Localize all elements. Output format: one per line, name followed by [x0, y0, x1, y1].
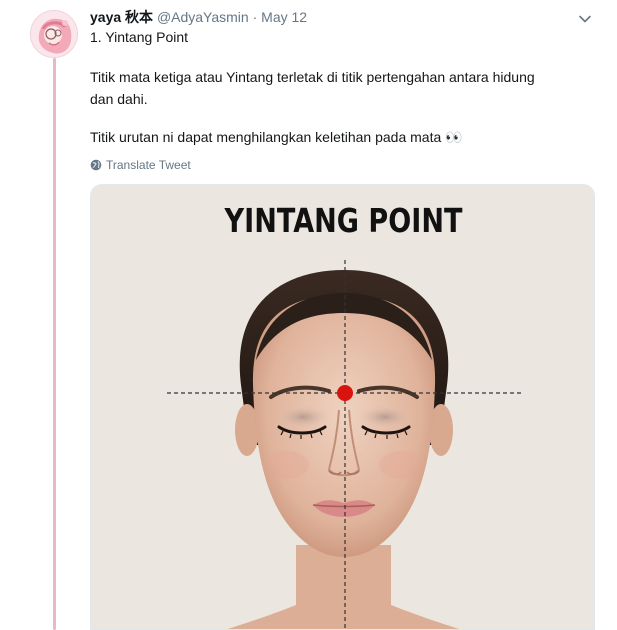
tweet-date[interactable]: May 12	[261, 9, 307, 25]
separator-dot: ·	[252, 9, 258, 25]
avatar[interactable]	[30, 10, 78, 58]
face-illustration	[167, 260, 523, 629]
media-heading: YINTANG POINT	[224, 201, 463, 240]
translate-tweet-label[interactable]: Translate Tweet	[106, 157, 191, 173]
tweet-paragraph-1: Titik mata ketiga atau Yintang terletak …	[90, 69, 535, 107]
avatar-illustration-icon	[31, 11, 77, 57]
thread-line	[53, 58, 56, 630]
display-name[interactable]: yaya 秋本	[90, 9, 153, 25]
tweet-paragraph-2: Titik urutan ni dapat menghilangkan kele…	[90, 126, 560, 148]
tweet-header: yaya 秋本 @AdyaYasmin · May 12	[90, 8, 307, 26]
tweet: yaya 秋本 @AdyaYasmin · May 12 1. Yintang …	[0, 0, 617, 630]
tweet-media-image[interactable]: YINTANG POINT	[90, 184, 595, 630]
eyes-emoji: 👀	[445, 129, 463, 145]
chevron-down-icon[interactable]	[576, 10, 594, 28]
tweet-title: 1. Yintang Point	[90, 29, 189, 45]
yintang-point-marker	[337, 385, 353, 401]
globe-icon	[90, 159, 102, 171]
translate-tweet-link[interactable]: Translate Tweet	[90, 157, 191, 173]
user-handle[interactable]: @AdyaYasmin	[157, 9, 249, 25]
tweet-paragraph-2-text: Titik urutan ni dapat menghilangkan kele…	[90, 129, 442, 145]
